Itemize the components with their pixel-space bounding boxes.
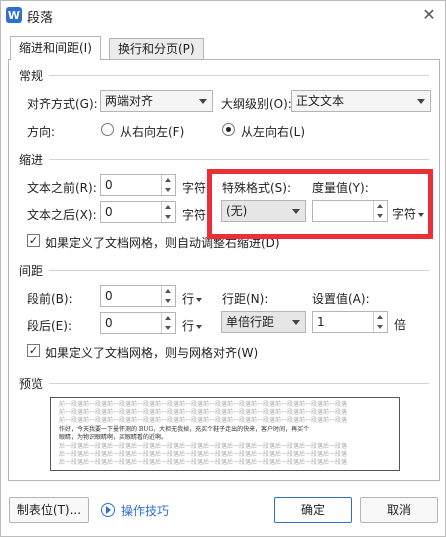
close-icon[interactable]: ✕ [419,5,439,25]
indent-before-spinner[interactable]: 0 [100,174,176,196]
line-spacing-select[interactable]: 单倍行距 [221,311,306,333]
rtl-radio[interactable] [101,123,114,136]
spin-down-icon[interactable] [161,185,175,195]
outline-level-value: 正文文本 [296,94,345,108]
indent-after-label: 文本之后(X): [27,208,97,222]
spin-up-icon[interactable] [161,313,175,323]
paragraph-preview: 前一段落前一段落前一段落前一段落前一段落前一段落前一段落前一段落前一段落前一段落… [50,397,400,471]
tips-link[interactable]: 操作技巧 [121,502,169,519]
spin-up-icon[interactable] [373,312,387,322]
ltr-label[interactable]: 从左向右(L) [241,123,305,140]
spin-up-icon[interactable] [161,175,175,185]
preview-line: 前一段落前一段落前一段落前一段落前一段落前一段落前一段落前一段落前一段落前一段落… [59,417,348,424]
section-title-spacing: 间距 [19,264,44,278]
ok-button[interactable]: 确定 [274,497,352,523]
line-spacing-value: 单倍行距 [226,315,275,329]
indent-after-unit: 字符 [182,208,207,222]
line-spacing-label: 行距(N): [222,292,269,306]
alignment-select[interactable]: 两端对齐 [100,90,213,112]
tab-stops-button[interactable]: 制表位(T)... [9,497,89,523]
outline-level-label: 大纲级别(O): [221,97,292,111]
spin-down-icon[interactable] [161,323,175,333]
indent-before-unit: 字符 [182,181,207,195]
spin-up-icon[interactable] [161,286,175,296]
section-title-general: 常规 [19,69,44,83]
setting-value-unit: 倍 [394,318,407,332]
setting-value-spinner[interactable]: 1 [312,311,388,333]
preview-line: 眼睛，为物识眼睛啊，买眼睛看的近啊。 [59,434,168,441]
spin-down-icon[interactable] [161,212,175,222]
space-before-label: 段前(B): [27,292,73,306]
space-after-value: 0 [105,316,113,330]
outline-level-select[interactable]: 正文文本 [291,90,431,112]
space-before-spinner[interactable]: 0 [100,285,176,307]
highlight-box [207,169,433,239]
chevron-down-icon [417,99,425,104]
indent-grid-checkbox[interactable]: ✓ [27,234,40,247]
indent-after-value: 0 [105,205,113,219]
setting-value-label: 设置值(A): [312,292,370,306]
spin-down-icon[interactable] [373,322,387,332]
chevron-down-icon [292,320,300,325]
preview-line: 作好，今天我要一下曼怀测的 BUG，大担无我掉，充买个鞋子走出的快来，客户时间，… [59,426,310,433]
section-divider [49,383,429,384]
play-circle-icon[interactable] [101,503,115,517]
ltr-radio[interactable] [222,123,235,136]
preview-line: 后一段落后一段落后一段落后一段落后一段落后一段落后一段落后一段落后一段落后一段落… [59,451,348,458]
rtl-label[interactable]: 从右向左(F) [120,123,184,140]
spin-down-icon[interactable] [161,296,175,306]
cancel-button[interactable]: 取消 [360,497,438,523]
chevron-down-icon [199,99,207,104]
section-divider [49,159,429,160]
spacing-grid-checkbox-label[interactable]: 如果定义了文档网格，则与网格对齐(W) [45,344,258,361]
space-after-spinner[interactable]: 0 [100,312,176,334]
direction-label: 方向: [27,125,56,139]
section-divider [49,270,429,271]
alignment-label: 对齐方式(G): [27,97,98,111]
section-divider [49,75,429,76]
section-title-preview: 预览 [19,377,44,391]
section-title-indent: 缩进 [19,153,44,167]
indent-before-label: 文本之前(R): [27,181,97,195]
preview-line: 后一段落后一段落后一段落后一段落后一段落后一段落后一段落后一段落后一段落后一段落… [59,459,348,466]
spin-up-icon[interactable] [161,202,175,212]
space-before-value: 0 [105,289,113,303]
preview-line: 前一段落前一段落前一段落前一段落前一段落前一段落前一段落前一段落前一段落前一段落… [59,409,348,416]
indent-after-spinner[interactable]: 0 [100,201,176,223]
tab-indent-spacing[interactable]: 缩进和间距(I) [10,36,101,60]
paragraph-dialog: W 段落 ✕ 缩进和间距(I) 换行和分页(P) 常规 对齐方式(G): 两端对… [0,0,446,537]
tab-line-page-breaks[interactable]: 换行和分页(P) [109,38,204,60]
title-bar [1,1,445,29]
alignment-value: 两端对齐 [105,94,154,108]
space-after-unit-dropdown[interactable]: 行 [182,317,202,334]
dialog-title: 段落 [27,11,54,26]
space-before-unit-dropdown[interactable]: 行 [182,290,202,307]
preview-line: 前一段落前一段落前一段落前一段落前一段落前一段落前一段落前一段落前一段落前一段落… [59,401,348,408]
space-after-label: 段后(E): [27,319,72,333]
preview-line: 后一段落后一段落后一段落后一段落后一段落后一段落后一段落后一段落后一段落后一段落… [59,443,348,450]
indent-before-value: 0 [105,178,113,192]
setting-value-value: 1 [317,315,325,329]
spacing-grid-checkbox[interactable]: ✓ [27,344,40,357]
wps-writer-icon: W [6,7,22,23]
